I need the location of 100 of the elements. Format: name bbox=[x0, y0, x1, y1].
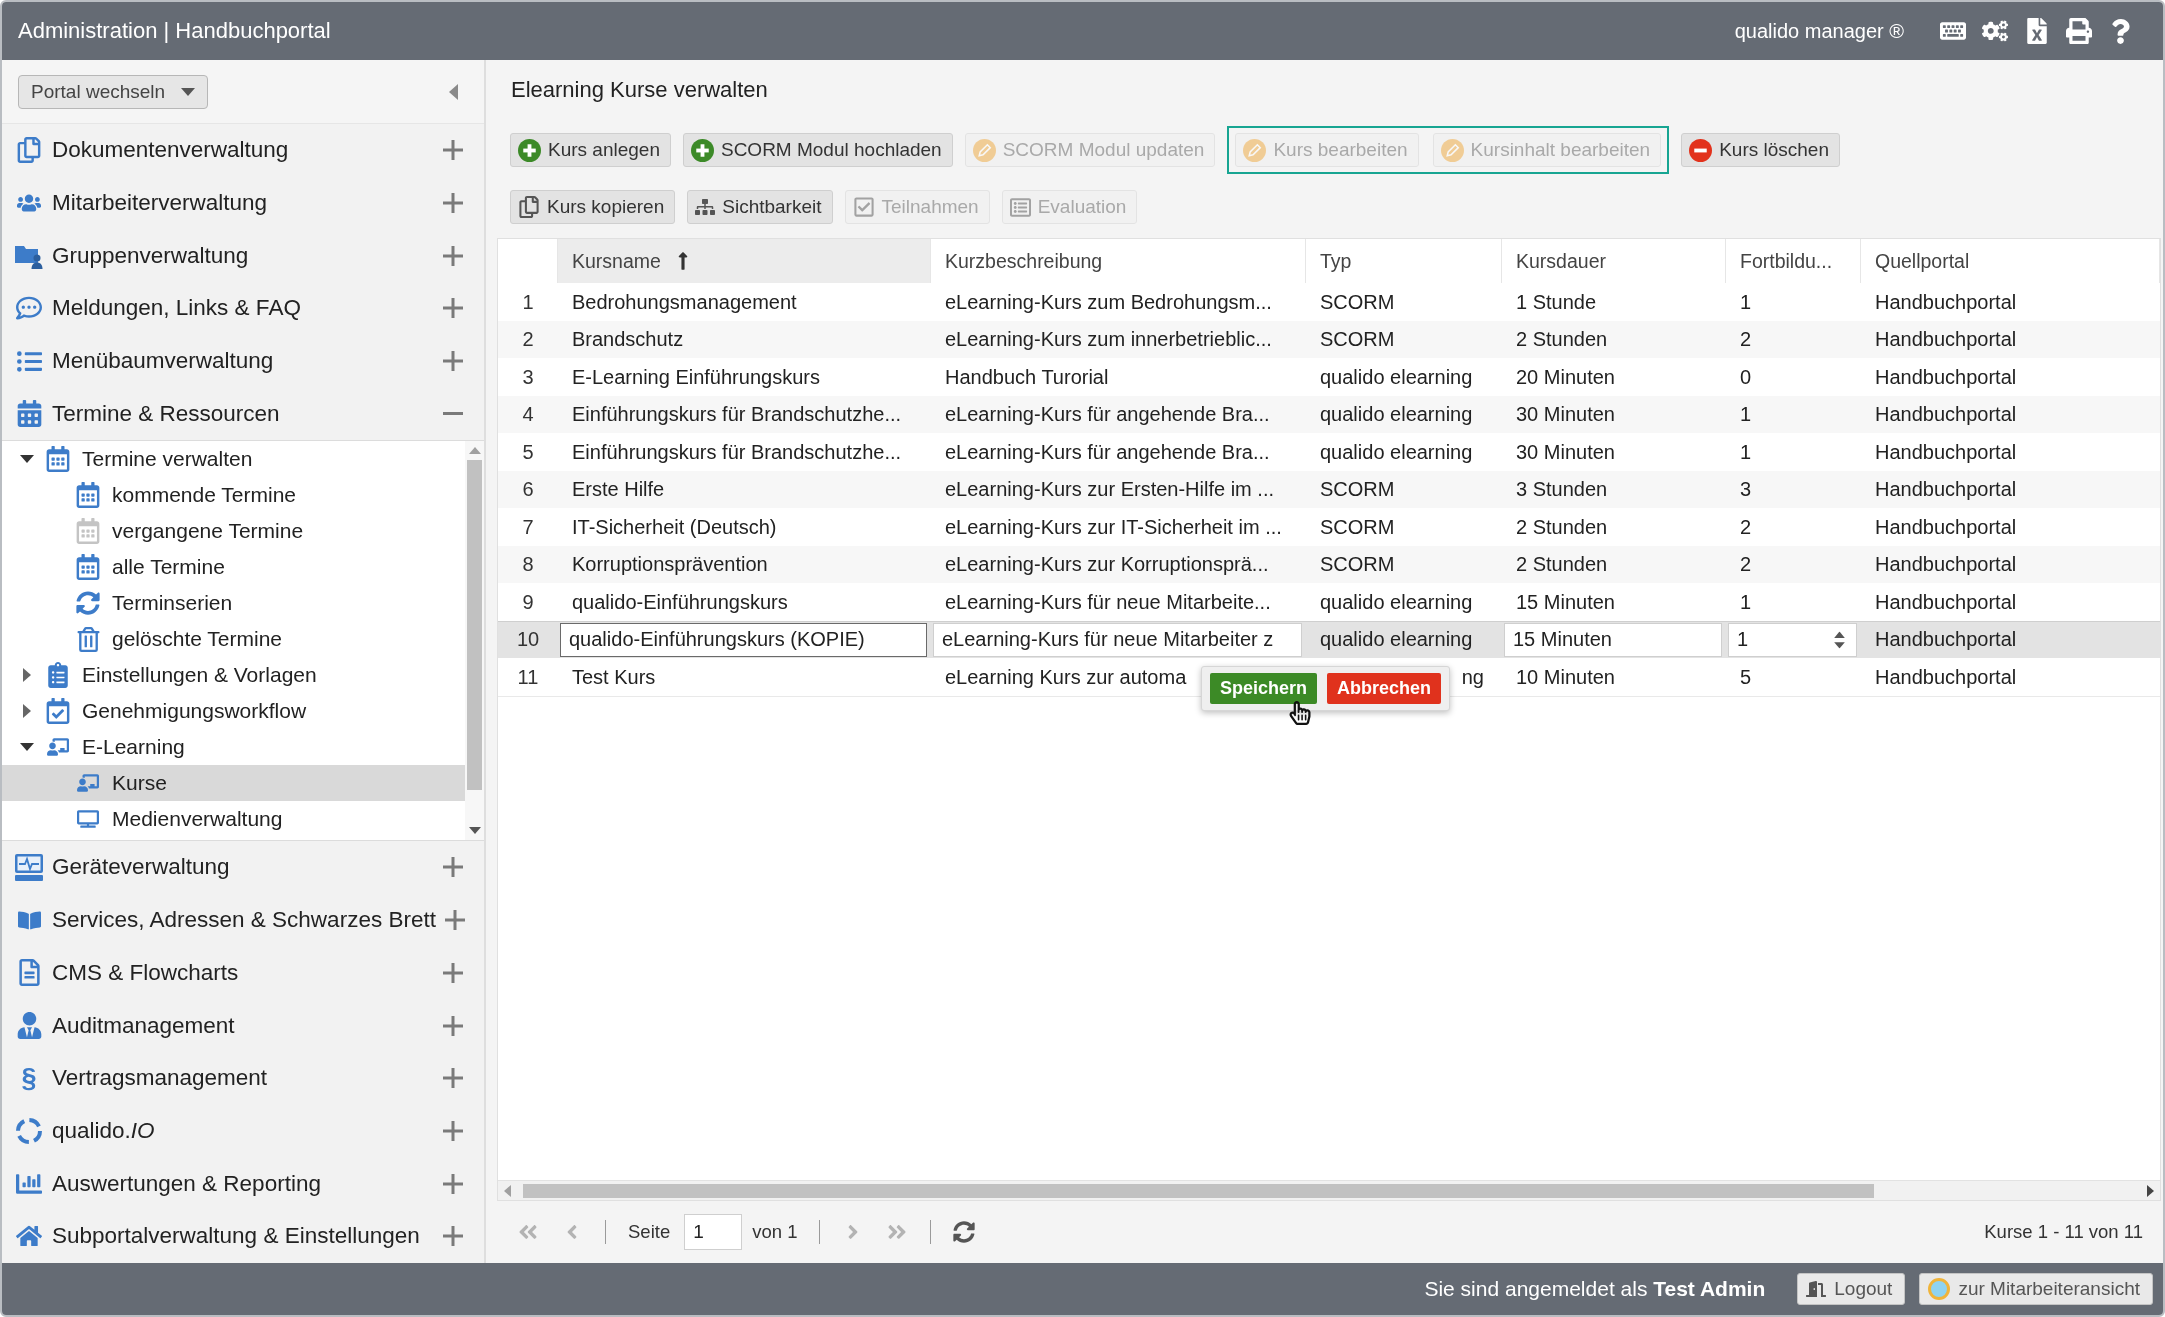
dashed-circle-icon bbox=[16, 1117, 42, 1144]
tree-item[interactable]: vergangene Termine bbox=[2, 513, 465, 550]
plus-icon[interactable] bbox=[443, 298, 463, 319]
spreadsheet-file-icon[interactable] bbox=[2024, 18, 2050, 44]
toolbar-button[interactable]: Kurs kopieren bbox=[510, 190, 676, 224]
plus-icon[interactable] bbox=[444, 910, 465, 931]
tree-item[interactable]: Genehmigungsworkflow bbox=[2, 693, 465, 730]
sidebar-section[interactable]: Auditmanagement bbox=[2, 999, 484, 1052]
table-cell: 2 Stunden bbox=[1516, 328, 1608, 352]
caret-down-icon[interactable] bbox=[20, 743, 34, 752]
table-row[interactable]: 8 Korruptionsprävention eLearning-Kurs zur Korruptionsprä... SCORM 2 Stunden 2 Handbuchportal bbox=[498, 545, 2160, 584]
toolbar-button[interactable]: SCORM Modul hochladen bbox=[682, 133, 953, 167]
table-row[interactable]: 4 Einführungskurs für Brandschutzhe... eLearning-Kurs für angehende Bra... qualido elearning 30 Minuten 1 Handbuchportal bbox=[498, 395, 2160, 434]
table-cell: SCORM bbox=[1320, 553, 1395, 577]
table-cell: Handbuchportal bbox=[1875, 365, 2017, 389]
logout-button[interactable]: Logout bbox=[1797, 1273, 1906, 1305]
sidebar-section[interactable]: Mitarbeiterverwaltung bbox=[2, 176, 484, 230]
employee-view-button[interactable]: zur Mitarbeiteransicht bbox=[1919, 1273, 2153, 1305]
sidebar-section[interactable]: Services, Adressen & Schwarzes Brett bbox=[2, 893, 484, 947]
table-cell: Handbuchportal bbox=[1875, 553, 2017, 577]
plus-icon[interactable] bbox=[443, 245, 463, 266]
page-input[interactable]: 1 bbox=[684, 1214, 743, 1250]
vertical-scrollbar[interactable] bbox=[465, 441, 484, 841]
caret-down-icon[interactable] bbox=[468, 827, 481, 835]
column-header[interactable]: Kursname bbox=[558, 239, 931, 283]
up-down-arrows-icon[interactable] bbox=[1834, 631, 1845, 649]
caret-up-icon[interactable] bbox=[468, 447, 481, 455]
caret-left-icon[interactable] bbox=[504, 1184, 511, 1197]
text-input[interactable]: qualido-Einführungskurs (KOPIE) bbox=[560, 622, 927, 657]
plus-icon[interactable] bbox=[443, 1173, 463, 1194]
plus-icon[interactable] bbox=[443, 351, 463, 372]
toolbar-button[interactable]: Kurs anlegen bbox=[510, 133, 671, 167]
table-cell: Handbuchportal bbox=[1875, 328, 2017, 352]
toolbar-button[interactable]: Sichtbarkeit bbox=[687, 190, 833, 224]
plus-icon[interactable] bbox=[443, 1120, 463, 1141]
speech-bubble-icon bbox=[16, 295, 42, 322]
tree-item[interactable]: Einstellungen & Vorlagen bbox=[2, 657, 465, 694]
scrollbar-thumb[interactable] bbox=[523, 1183, 1874, 1198]
table-cell: SCORM bbox=[1320, 290, 1395, 314]
scrollbar-thumb[interactable] bbox=[467, 460, 482, 791]
tree-item[interactable]: kommende Termine bbox=[2, 477, 465, 514]
plus-icon[interactable] bbox=[443, 1015, 463, 1036]
tree-item[interactable]: alle Termine bbox=[2, 549, 465, 586]
plus-icon[interactable] bbox=[443, 857, 463, 878]
table-row[interactable]: 6 Erste Hilfe eLearning-Kurs zur Ersten-Hilfe im ... SCORM 3 Stunden 3 Handbuchportal bbox=[498, 470, 2160, 509]
calendar-icon bbox=[15, 400, 43, 428]
caret-left-icon[interactable] bbox=[449, 83, 458, 100]
text-input[interactable]: 15 Minuten bbox=[1504, 622, 1722, 657]
circular-arrows-icon bbox=[76, 591, 100, 616]
sidebar-section[interactable]: Meldungen, Links & FAQ bbox=[2, 282, 484, 335]
tree-item[interactable]: E-Learning bbox=[2, 729, 465, 766]
caret-right-icon[interactable] bbox=[23, 668, 31, 683]
sidebar-section[interactable]: Auswertungen & Reporting bbox=[2, 1157, 484, 1210]
caret-right-icon[interactable] bbox=[2147, 1184, 2154, 1197]
sidebar-section[interactable]: § Vertragsmanagement bbox=[2, 1051, 484, 1105]
save-button[interactable]: Speichern bbox=[1210, 673, 1318, 704]
caret-down-icon[interactable] bbox=[20, 455, 34, 464]
table-cell: 0 bbox=[1740, 365, 1752, 389]
table-cell: eLearning-Kurs für angehende Bra... bbox=[945, 403, 1270, 427]
toolbar-button[interactable]: Kurs löschen bbox=[1681, 133, 1840, 167]
tree-item[interactable]: Termine verwalten bbox=[2, 441, 465, 478]
sidebar-section[interactable]: Gruppenverwaltung bbox=[2, 229, 484, 283]
table-cell: eLearning Kurs zur automa bbox=[945, 665, 1187, 689]
sidebar-section[interactable]: Dokumentenverwaltung bbox=[2, 124, 484, 177]
ring-icon bbox=[1928, 1278, 1951, 1300]
sidebar-section[interactable]: Geräteverwaltung bbox=[2, 841, 484, 894]
cancel-button[interactable]: Abbrechen bbox=[1327, 673, 1442, 704]
table-row[interactable]: 2 Brandschutz eLearning-Kurs zum innerbetrieblic... SCORM 2 Stunden 2 Handbuchportal bbox=[498, 320, 2160, 359]
plus-icon[interactable] bbox=[443, 1226, 463, 1247]
sidebar-section[interactable]: Menübaumverwaltung bbox=[2, 334, 484, 388]
tree-item[interactable]: Medienverwaltung bbox=[2, 801, 465, 838]
horizontal-scrollbar[interactable] bbox=[498, 1180, 2160, 1200]
tree-item[interactable]: Terminserien bbox=[2, 585, 465, 622]
caret-right-icon[interactable] bbox=[23, 704, 31, 719]
number-input[interactable]: 1 bbox=[1728, 622, 1857, 657]
minus-icon[interactable] bbox=[443, 412, 463, 416]
row-number: 10 bbox=[515, 627, 541, 653]
sidebar-section[interactable]: Subportalverwaltung & Einstellungen bbox=[2, 1209, 484, 1263]
table-cell: Brandschutz bbox=[572, 328, 684, 352]
table-cell: qualido elearning bbox=[1320, 590, 1473, 614]
sidebar-section[interactable]: Termine & Ressourcen bbox=[2, 387, 484, 441]
gears-icon[interactable] bbox=[1982, 18, 2008, 44]
table-cell: Erste Hilfe bbox=[572, 478, 665, 502]
plus-icon[interactable] bbox=[443, 962, 463, 983]
sidebar-section[interactable]: qualido.IO bbox=[2, 1104, 484, 1158]
table-cell: E-Learning Einführungskurs bbox=[572, 365, 820, 389]
plus-icon[interactable] bbox=[443, 140, 463, 161]
table-cell: 1 bbox=[1740, 403, 1752, 427]
portal-dropdown[interactable]: Portal wechseln bbox=[18, 74, 208, 109]
tree-item[interactable]: gelöschte Termine bbox=[2, 621, 465, 658]
table-cell: eLearning-Kurs zur IT-Sicherheit im ... bbox=[945, 515, 1282, 539]
calendar-icon bbox=[75, 554, 101, 581]
printer-icon[interactable] bbox=[2066, 18, 2092, 44]
plus-icon[interactable] bbox=[443, 1068, 463, 1089]
circular-arrows-icon[interactable] bbox=[953, 1221, 976, 1243]
text-input[interactable]: eLearning-Kurs für neue Mitarbeiter z bbox=[933, 622, 1302, 657]
tree-item[interactable]: Kurse bbox=[2, 765, 465, 802]
door-icon bbox=[1806, 1279, 1827, 1299]
sidebar-section[interactable]: CMS & Flowcharts bbox=[2, 946, 484, 1000]
plus-icon[interactable] bbox=[443, 193, 463, 214]
